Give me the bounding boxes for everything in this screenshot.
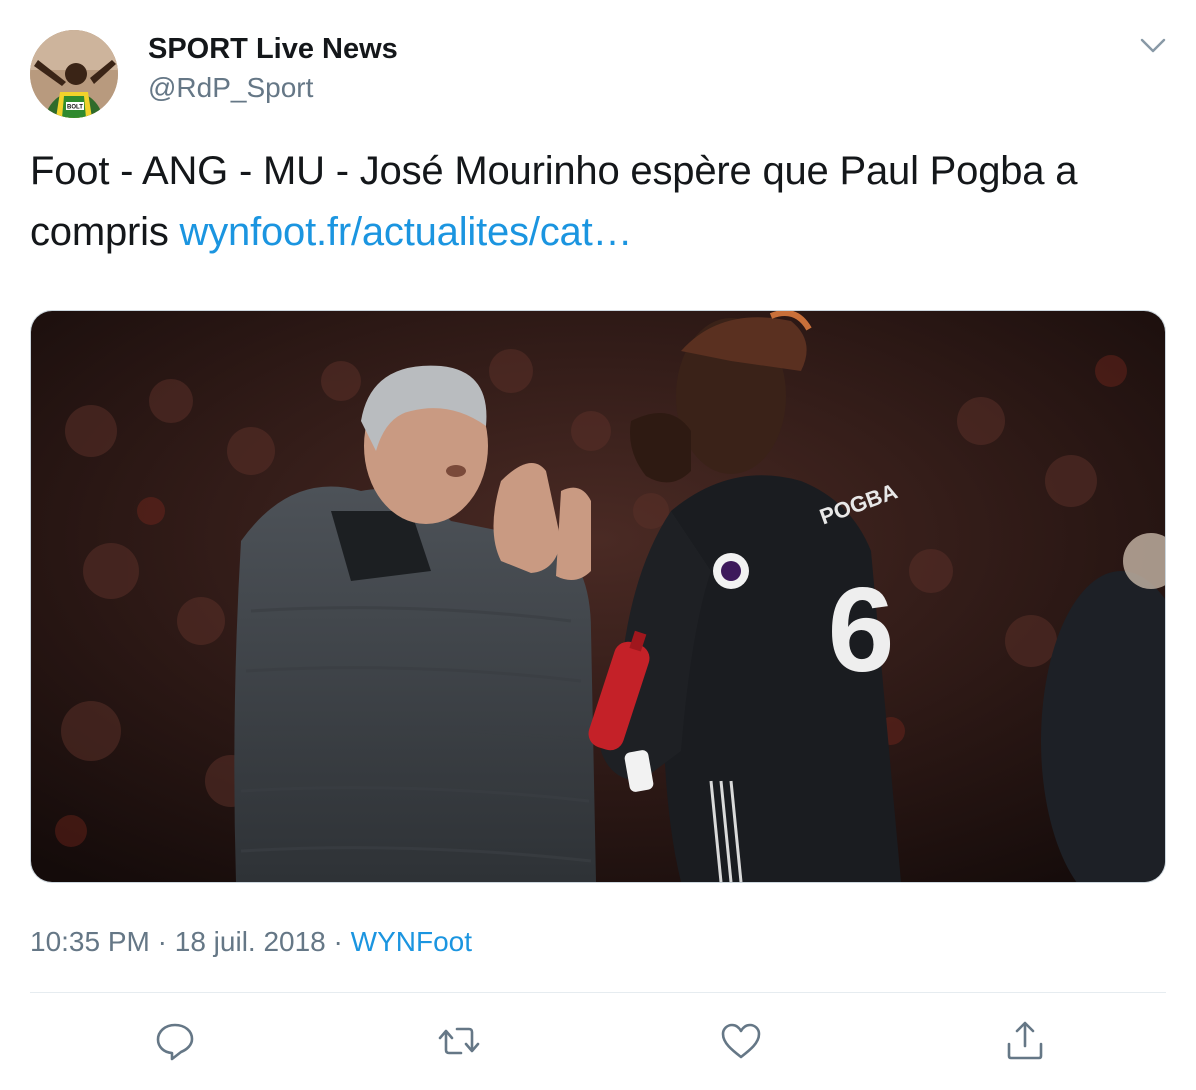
divider [30, 992, 1166, 993]
meta-separator: · [149, 926, 175, 957]
avatar[interactable]: BOLT [30, 30, 118, 118]
tweet-date[interactable]: 18 juil. 2018 [175, 926, 326, 957]
meta-separator: · [325, 926, 351, 957]
author-display-name[interactable]: SPORT Live News [148, 30, 398, 68]
heart-icon[interactable] [718, 1018, 764, 1064]
avatar-badge-text: BOLT [67, 105, 83, 111]
tweet-text: Foot - ANG - MU - José Mourinho espère q… [30, 141, 1170, 263]
tweet-time[interactable]: 10:35 PM [30, 926, 150, 957]
tweet-source[interactable]: WYNFoot [351, 926, 472, 957]
tweet-card: BOLT SPORT Live News @RdP_Sport Foot - A… [0, 0, 1196, 1090]
avatar-image: BOLT [30, 30, 118, 118]
chevron-down-icon[interactable] [1136, 30, 1170, 60]
author-handle[interactable]: @RdP_Sport [148, 70, 313, 106]
share-icon[interactable] [1002, 1018, 1048, 1064]
tweet-link[interactable]: wynfoot.fr/actualites/cat… [180, 210, 633, 254]
photo-illustration: POGBA 6 [31, 311, 1165, 882]
tweet-photo[interactable]: POGBA 6 [30, 310, 1166, 883]
retweet-icon[interactable] [436, 1018, 482, 1064]
reply-icon[interactable] [152, 1018, 198, 1064]
tweet-meta: 10:35 PM · 18 juil. 2018 · WYNFoot [30, 922, 472, 962]
jersey-number: 6 [828, 563, 895, 697]
